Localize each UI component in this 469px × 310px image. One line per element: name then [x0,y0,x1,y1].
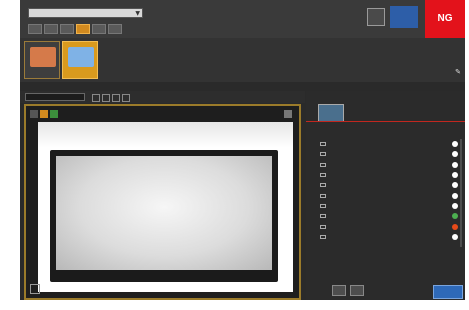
viewer-toolbar [20,91,305,103]
folder-icon [68,47,94,67]
tool-button-5[interactable] [92,24,106,34]
screen-surface [56,156,272,270]
inspection-list [320,139,458,242]
green-flag-icon[interactable] [50,110,58,118]
item-checkbox[interactable] [320,183,326,188]
bottom-corner-icon[interactable] [30,284,40,294]
status-dot-icon [452,151,458,158]
status-dot-icon [452,141,458,148]
measurement-info [150,5,380,35]
status-dot-icon [452,213,458,220]
wrench-icon[interactable]: ✎ [455,68,461,76]
right-corner-icon[interactable] [284,110,292,118]
device-screen [50,150,278,282]
pan-icon[interactable] [122,94,130,102]
inspection-item[interactable] [320,211,458,221]
inspection-item[interactable] [320,232,458,242]
folder-icon [30,47,56,67]
item-checkbox[interactable] [320,142,326,147]
status-dot-icon [452,202,458,209]
model-card [312,95,344,122]
item-checkbox[interactable] [320,193,326,198]
inspection-panel [306,91,465,300]
inspection-window: ▼ NG ✎ [20,0,465,300]
inspection-item[interactable] [320,190,458,200]
thumbnail-1[interactable] [24,41,60,79]
image-top-band [38,122,293,148]
top-left-icon[interactable] [30,110,38,118]
status-dot-icon [452,192,458,199]
run-button[interactable] [433,285,463,299]
inspection-item[interactable] [320,201,458,211]
status-dot-icon [452,182,458,189]
inspection-item[interactable] [320,170,458,180]
status-dot-icon [452,172,458,179]
panel-divider [306,121,465,122]
tool-button-1[interactable] [28,24,42,34]
blue-action-button[interactable] [390,6,418,28]
panel-action-button-2[interactable] [350,285,364,296]
item-checkbox[interactable] [320,224,326,229]
ng-status-text: NG [437,13,453,24]
inspection-item[interactable] [320,149,458,159]
orange-flag-icon[interactable] [40,110,48,118]
panel-action-button-1[interactable] [332,285,346,296]
captured-image [38,122,293,292]
zoom-in-icon[interactable] [92,94,100,102]
inspection-item[interactable] [320,139,458,149]
item-checkbox[interactable] [320,203,326,208]
item-checkbox[interactable] [320,152,326,157]
program-selector[interactable]: ▼ [28,8,143,18]
item-checkbox[interactable] [320,214,326,219]
thumbnail-2[interactable] [62,41,98,79]
image-settings-icon[interactable] [367,8,385,26]
chevron-down-icon: ▼ [135,10,140,17]
tool-button-6[interactable] [108,24,122,34]
inspection-item[interactable] [320,180,458,190]
image-preview[interactable] [24,104,301,300]
tool-button-4[interactable] [76,24,90,34]
tool-button-3[interactable] [60,24,74,34]
ng-status-badge: NG [425,0,465,38]
inspection-item[interactable] [320,160,458,170]
fit-icon[interactable] [112,94,120,102]
tool-button-2[interactable] [44,24,58,34]
thumbnail-strip: ✎ [20,38,465,82]
viewer-dropdown[interactable] [25,93,85,101]
inspection-item[interactable] [320,221,458,231]
status-dot-icon [452,161,458,168]
item-checkbox[interactable] [320,234,326,239]
status-dot-icon [452,233,458,240]
model-thumbnail[interactable] [318,104,344,122]
item-checkbox[interactable] [320,162,326,167]
top-bar: ▼ NG [20,0,465,38]
status-dot-icon [452,223,458,230]
zoom-out-icon[interactable] [102,94,110,102]
item-checkbox[interactable] [320,173,326,178]
list-scrollbar[interactable] [460,139,462,247]
